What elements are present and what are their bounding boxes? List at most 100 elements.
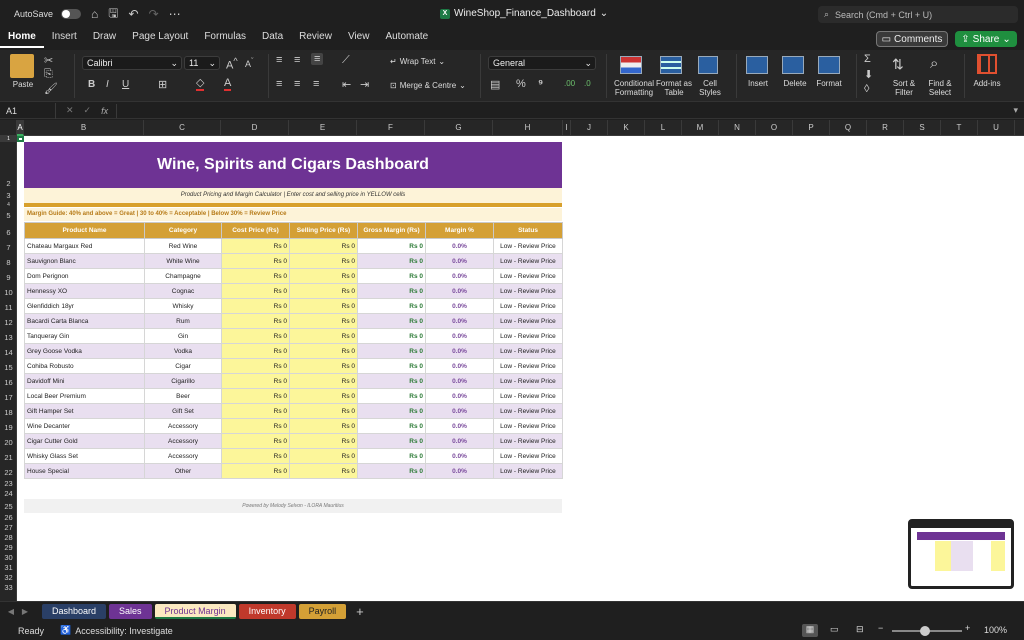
column-header-o[interactable]: O [756, 120, 793, 136]
borders-icon[interactable]: ⊞ [158, 78, 167, 91]
gross-margin-cell[interactable]: Rs 0 [357, 418, 426, 434]
underline-button[interactable]: U [122, 79, 129, 90]
search-box[interactable]: ⌕ Search (Cmd + Ctrl + U) [818, 6, 1018, 23]
margin-percent-cell[interactable]: 0.0% [425, 448, 494, 464]
fill-icon[interactable]: ⬇ [864, 68, 873, 81]
category-cell[interactable]: Vodka [144, 343, 222, 359]
category-cell[interactable]: Accessory [144, 433, 222, 449]
status-cell[interactable]: Low - Review Price [493, 373, 563, 389]
category-cell[interactable]: Whisky [144, 298, 222, 314]
increase-indent-icon[interactable]: ⇥ [360, 78, 369, 91]
autosave-toggle[interactable] [61, 9, 82, 19]
row-header[interactable]: 2 [0, 142, 17, 188]
column-header-f[interactable]: F [357, 120, 425, 136]
row-header[interactable]: 21 [0, 449, 17, 464]
selling-price-cell[interactable]: Rs 0 [289, 358, 358, 374]
row-header[interactable]: 31 [0, 563, 17, 573]
column-heading[interactable]: Selling Price (Rs) [289, 222, 358, 239]
margin-percent-cell[interactable]: 0.0% [425, 358, 494, 374]
cost-price-cell[interactable]: Rs 0 [221, 433, 290, 449]
margin-percent-cell[interactable]: 0.0% [425, 253, 494, 269]
more-icon[interactable]: ⋯ [169, 7, 181, 21]
cell-styles-icon[interactable] [698, 56, 718, 74]
category-cell[interactable]: Accessory [144, 448, 222, 464]
product-name-cell[interactable]: Tanqueray Gin [24, 328, 145, 344]
name-box[interactable]: A1 [0, 102, 56, 119]
selling-price-cell[interactable]: Rs 0 [289, 373, 358, 389]
decrease-indent-icon[interactable]: ⇤ [342, 78, 351, 91]
row-header[interactable]: 26 [0, 513, 17, 523]
status-cell[interactable]: Low - Review Price [493, 448, 563, 464]
align-bottom-icon[interactable]: ≡ [311, 53, 324, 65]
row-header[interactable]: 14 [0, 344, 17, 359]
column-header-m[interactable]: M [682, 120, 719, 136]
home-icon[interactable]: ⌂ [91, 7, 98, 21]
cost-price-cell[interactable]: Rs 0 [221, 238, 290, 254]
copy-icon[interactable]: ⎘ [44, 68, 53, 81]
gross-margin-cell[interactable]: Rs 0 [357, 403, 426, 419]
tab-insert[interactable]: Insert [44, 28, 85, 48]
sheet-tab-payroll[interactable]: Payroll [298, 604, 347, 619]
margin-percent-cell[interactable]: 0.0% [425, 433, 494, 449]
row-header[interactable]: 6 [0, 222, 17, 239]
row-header[interactable]: 16 [0, 374, 17, 389]
find-select-button[interactable]: Find & Select [924, 79, 956, 97]
column-header-h[interactable]: H [493, 120, 563, 136]
number-format-dropdown[interactable]: General ⌄ [488, 56, 596, 70]
increase-decimal-icon[interactable]: .00 [564, 79, 575, 88]
font-name-dropdown[interactable]: Calibri ⌄ [82, 56, 182, 70]
column-heading[interactable]: Cost Price (Rs) [221, 222, 290, 239]
row-header[interactable]: 11 [0, 299, 17, 314]
column-heading[interactable]: Gross Margin (Rs) [357, 222, 426, 239]
product-name-cell[interactable]: Hennessy XO [24, 283, 145, 299]
sheet-tab-sales[interactable]: Sales [109, 604, 152, 619]
sheet-tab-dashboard[interactable]: Dashboard [42, 604, 107, 619]
sort-filter-icon[interactable]: ⇅ [892, 56, 904, 73]
gross-margin-cell[interactable]: Rs 0 [357, 388, 426, 404]
row-header[interactable]: 20 [0, 434, 17, 449]
category-cell[interactable]: Rum [144, 313, 222, 329]
gross-margin-cell[interactable]: Rs 0 [357, 433, 426, 449]
zoom-slider-thumb[interactable] [920, 626, 930, 636]
gross-margin-cell[interactable]: Rs 0 [357, 268, 426, 284]
cost-price-cell[interactable]: Rs 0 [221, 388, 290, 404]
delete-cells-icon[interactable] [782, 56, 804, 74]
cost-price-cell[interactable]: Rs 0 [221, 418, 290, 434]
gross-margin-cell[interactable]: Rs 0 [357, 463, 426, 479]
gross-margin-cell[interactable]: Rs 0 [357, 358, 426, 374]
gross-margin-cell[interactable]: Rs 0 [357, 298, 426, 314]
row-header[interactable]: 8 [0, 254, 17, 269]
increase-font-icon[interactable]: A^ [226, 56, 238, 72]
page-break-view-icon[interactable]: ⊟ [856, 624, 864, 635]
column-header-r[interactable]: R [867, 120, 904, 136]
status-cell[interactable]: Low - Review Price [493, 298, 563, 314]
merge-centre-button[interactable]: ⊡ Merge & Centre ⌄ [390, 81, 466, 90]
margin-percent-cell[interactable]: 0.0% [425, 373, 494, 389]
row-header[interactable]: 15 [0, 359, 17, 374]
selling-price-cell[interactable]: Rs 0 [289, 433, 358, 449]
cost-price-cell[interactable]: Rs 0 [221, 298, 290, 314]
cell-styles-button[interactable]: Cell Styles [694, 79, 726, 97]
column-header-k[interactable]: K [608, 120, 645, 136]
category-cell[interactable]: White Wine [144, 253, 222, 269]
status-cell[interactable]: Low - Review Price [493, 343, 563, 359]
decrease-font-icon[interactable]: Aˇ [245, 56, 254, 69]
row-header[interactable]: 32 [0, 573, 17, 583]
product-name-cell[interactable]: Glenfiddich 18yr [24, 298, 145, 314]
tab-data[interactable]: Data [254, 28, 291, 48]
zoom-in-icon[interactable]: + [965, 623, 970, 633]
undo-icon[interactable]: ↶ [129, 7, 139, 21]
selling-price-cell[interactable]: Rs 0 [289, 253, 358, 269]
active-cell-a1[interactable] [17, 136, 24, 142]
comma-style-icon[interactable]: ⁹ [538, 78, 543, 90]
format-cells-icon[interactable] [818, 56, 840, 74]
cut-icon[interactable]: ✂ [44, 54, 53, 67]
cost-price-cell[interactable]: Rs 0 [221, 448, 290, 464]
column-heading[interactable]: Status [493, 222, 563, 239]
format-as-table-button[interactable]: Format as Table [656, 79, 692, 97]
margin-percent-cell[interactable]: 0.0% [425, 343, 494, 359]
column-heading[interactable]: Margin % [425, 222, 494, 239]
row-header[interactable]: 18 [0, 404, 17, 419]
column-header-g[interactable]: G [425, 120, 493, 136]
column-header-l[interactable]: L [645, 120, 682, 136]
